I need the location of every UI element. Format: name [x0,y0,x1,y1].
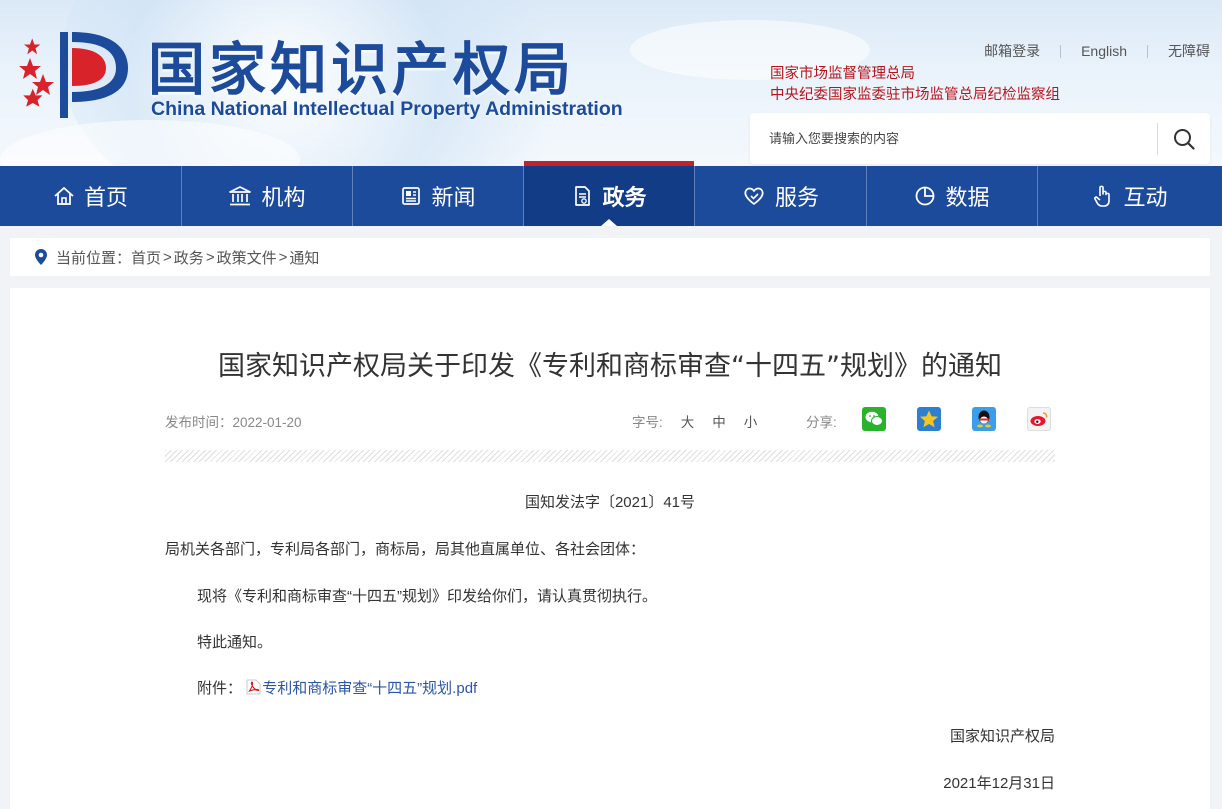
divider [1147,44,1148,58]
share-buttons [862,407,1082,431]
top-links: 邮箱登录 English 无障碍 [984,41,1210,61]
attachment-pdf-link[interactable]: 专利和商标审查“十四五”规划.pdf [262,680,477,697]
mail-login-link[interactable]: 邮箱登录 [984,41,1040,61]
font-size-medium-button[interactable]: 中 [712,411,726,431]
article-closing: 特此通知。 [197,634,273,651]
discipline-inspection-link[interactable]: 中央纪委国家监委驻市场监管总局纪检监察组 [770,85,1060,106]
publish-label: 发布时间： [165,415,233,430]
title-divider [165,450,1055,462]
logo-title-cn[interactable]: 国家知识产权局 [148,24,575,106]
document-number: 国知发法字〔2021〕41号 [524,494,696,511]
institution-icon [229,186,252,206]
font-size-small-button[interactable]: 小 [744,411,758,431]
nav-label: 数据 [945,186,990,211]
nav-item-news[interactable]: 新闻 [353,166,524,226]
share-label: 分享: [806,415,837,430]
font-size-controls: 字号: 大 中 小 [632,411,757,431]
attachment-label: 附件： [197,680,243,697]
qq-icon[interactable] [972,407,996,431]
nav-label: 机构 [261,186,306,211]
location-pin-icon [35,249,47,265]
cnipa-emblem-icon[interactable] [10,26,132,124]
nav-item-home[interactable]: 首页 [0,166,182,226]
breadcrumb-item-policy-documents[interactable]: 政策文件 [217,247,277,268]
nav-label: 新闻 [431,186,476,211]
breadcrumb-item-government-affairs[interactable]: 政务 [174,247,204,268]
breadcrumb-separator: > [278,248,288,266]
article-recipients: 局机关各部门，专利局各部门，商标局，局其他直属单位、各社会团体： [165,541,646,558]
nav-item-service[interactable]: 服务 [695,166,867,226]
breadcrumb-item-home[interactable]: 首页 [131,247,161,268]
search-box [750,113,1210,164]
font-size-label: 字号: [632,415,663,430]
issuer-signature: 国家知识产权局 [949,728,1055,745]
search-input[interactable] [750,113,1157,164]
nav-label: 服务 [774,186,819,211]
weibo-icon[interactable] [1027,407,1051,431]
article-title: 国家知识产权局关于印发《专利和商标审查“十四五”规划》的通知 [218,351,1002,382]
nav-label: 互动 [1123,186,1168,211]
pointer-hand-icon [1094,185,1111,207]
org-links: 国家市场监督管理总局 中央纪委国家监委驻市场监管总局纪检监察组 [770,64,1060,106]
qzone-icon[interactable] [917,407,941,431]
breadcrumb-item-notices[interactable]: 通知 [289,247,319,268]
pie-chart-icon [916,186,935,206]
site-header: 国家知识产权局 China National Intellectual Prop… [0,0,1222,166]
service-heart-icon [744,187,764,205]
divider [1060,44,1062,58]
publish-date: 2022-01-20 [232,415,302,430]
logo-title-en[interactable]: China National Intellectual Property Adm… [151,98,623,121]
article-body: 现将《专利和商标审查“十四五”规划》印发给你们，请认真贯彻执行。 [197,588,657,605]
nav-item-institution[interactable]: 机构 [182,166,353,226]
document-icon [575,186,591,206]
font-size-large-button[interactable]: 大 [681,411,695,431]
search-button[interactable] [1158,113,1210,164]
breadcrumb: 当前位置： 首页 > 政务 > 政策文件 > 通知 [10,238,1210,276]
main-nav: 首页 机构 新闻 政务 服务 数据 互动 [0,161,1222,226]
attachment-line: 附件： 专利和商标审查“十四五”规划.pdf [197,677,477,698]
issue-date: 2021年12月31日 [943,775,1055,792]
english-link[interactable]: English [1081,43,1127,59]
breadcrumb-separator: > [163,248,172,266]
samr-link[interactable]: 国家市场监督管理总局 [770,64,1060,85]
search-icon [1174,128,1195,150]
nav-label: 首页 [83,186,128,211]
article-meta: 发布时间：2022-01-20 字号: 大 中 小 分享: [165,407,1055,431]
breadcrumb-prefix: 当前位置： [56,249,132,267]
news-icon [402,187,421,205]
nav-label: 政务 [602,186,647,211]
pdf-file-icon [246,679,261,695]
home-icon [54,187,74,205]
publish-info: 发布时间：2022-01-20 [165,411,302,431]
accessibility-link[interactable]: 无障碍 [1168,41,1210,61]
nav-item-interaction[interactable]: 互动 [1038,166,1222,226]
nav-item-data[interactable]: 数据 [867,166,1038,226]
breadcrumb-separator: > [205,248,215,266]
nav-item-government-affairs[interactable]: 政务 [524,161,695,226]
wechat-icon[interactable] [862,407,886,431]
article-panel: 国家知识产权局关于印发《专利和商标审查“十四五”规划》的通知 发布时间：2022… [10,288,1210,809]
